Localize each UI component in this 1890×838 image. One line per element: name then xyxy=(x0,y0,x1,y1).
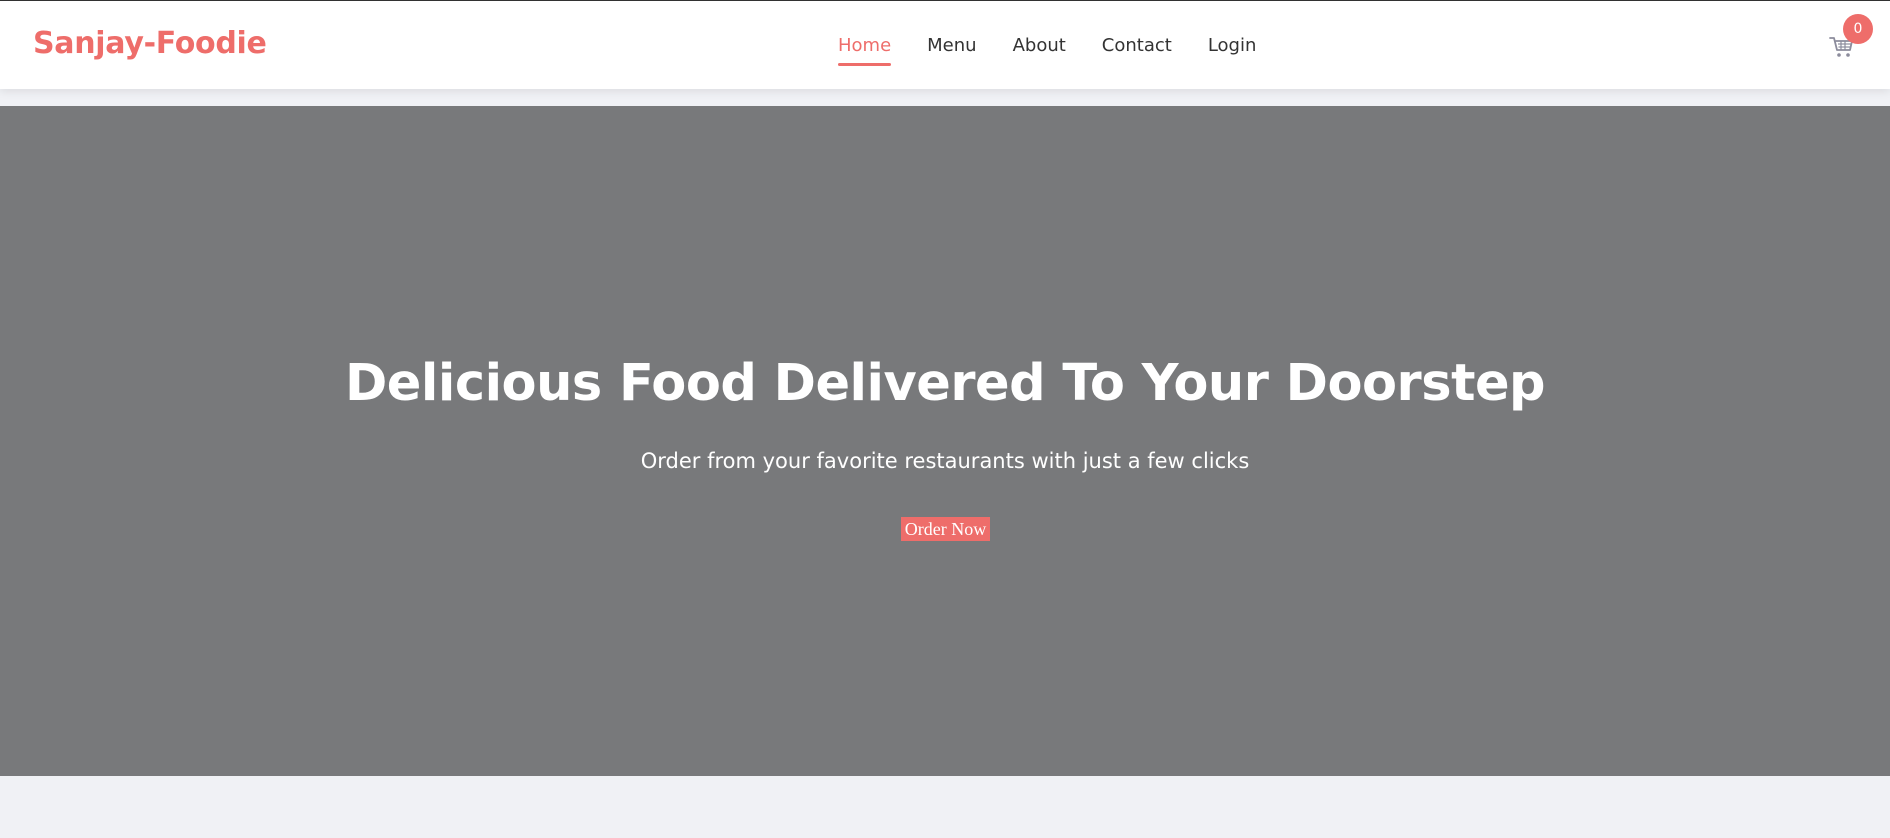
hero-subtitle: Order from your favorite restaurants wit… xyxy=(640,449,1250,473)
order-now-button[interactable]: Order Now xyxy=(901,517,990,541)
cart-count-badge: 0 xyxy=(1843,14,1873,44)
nav-link-login[interactable]: Login xyxy=(1208,35,1257,64)
navbar: Sanjay-Foodie Home Menu About Contact Lo… xyxy=(0,1,1890,89)
nav-link-menu[interactable]: Menu xyxy=(927,35,976,64)
nav-link-home[interactable]: Home xyxy=(838,35,892,66)
nav-link-about[interactable]: About xyxy=(1013,35,1066,64)
brand-logo[interactable]: Sanjay-Foodie xyxy=(33,26,267,61)
main-nav: Home Menu About Contact Login xyxy=(838,35,1257,66)
hero-section: Delicious Food Delivered To Your Doorste… xyxy=(0,106,1890,776)
hero-title: Delicious Food Delivered To Your Doorste… xyxy=(344,354,1546,413)
nav-link-contact[interactable]: Contact xyxy=(1102,35,1172,64)
